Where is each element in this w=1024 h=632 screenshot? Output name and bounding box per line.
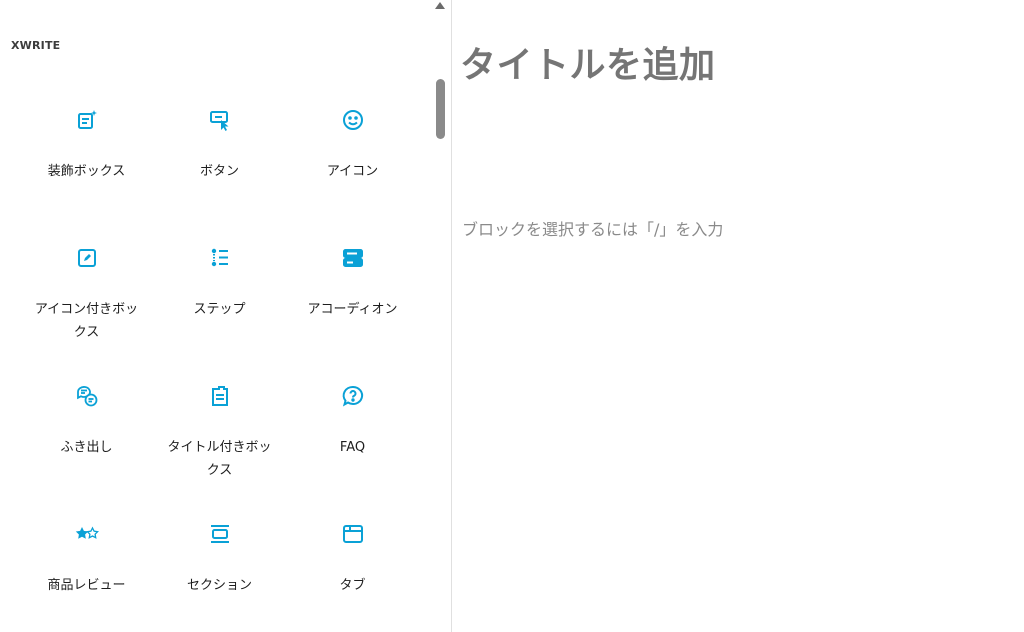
- scroll-up-icon[interactable]: [435, 2, 445, 9]
- block-label: 装飾ボックス: [47, 164, 126, 179]
- tabs-icon: [341, 522, 365, 546]
- block-icon[interactable]: アイコン: [286, 100, 419, 238]
- block-product-review[interactable]: 商品レビュー: [20, 514, 153, 632]
- block-label: セクション: [186, 578, 252, 593]
- block-icon-box[interactable]: アイコン付きボックス: [20, 238, 153, 376]
- block-label: FAQ: [339, 440, 366, 455]
- review-stars-icon: [75, 522, 99, 546]
- block-titled-box[interactable]: タイトル付きボックス: [153, 376, 286, 514]
- block-section[interactable]: セクション: [153, 514, 286, 632]
- block-label: ステップ: [193, 302, 246, 317]
- block-speech-bubble[interactable]: ふき出し: [20, 376, 153, 514]
- steps-icon: [208, 246, 232, 270]
- block-inserter-panel: XWRITE 装飾ボックス ボタン アイコン アイコン付きボックス ステップ ア…: [0, 0, 452, 632]
- editor-canvas: タイトルを追加 ブロックを選択するには「/」を入力: [453, 0, 1024, 632]
- section-icon: [208, 522, 232, 546]
- titled-box-icon: [208, 384, 232, 408]
- block-steps[interactable]: ステップ: [153, 238, 286, 376]
- faq-icon: [341, 384, 365, 408]
- smiley-icon: [341, 108, 365, 132]
- block-label: タイトル付きボックス: [167, 440, 272, 478]
- decorated-box-icon: [75, 108, 99, 132]
- block-decorated-box[interactable]: 装飾ボックス: [20, 100, 153, 238]
- block-appender-placeholder[interactable]: ブロックを選択するには「/」を入力: [462, 216, 723, 240]
- block-button[interactable]: ボタン: [153, 100, 286, 238]
- accordion-icon: [341, 246, 365, 270]
- category-label: XWRITE: [11, 39, 61, 52]
- block-label: アイコン: [326, 164, 379, 179]
- scrollbar-thumb[interactable]: [436, 79, 445, 139]
- button-icon: [208, 108, 232, 132]
- block-label: ボタン: [199, 164, 239, 179]
- block-tabs[interactable]: タブ: [286, 514, 419, 632]
- icon-box-icon: [75, 246, 99, 270]
- block-label: ふき出し: [60, 440, 113, 455]
- speech-bubble-icon: [75, 384, 99, 408]
- block-label: アイコン付きボックス: [34, 302, 139, 340]
- block-faq[interactable]: FAQ: [286, 376, 419, 514]
- block-label: 商品レビュー: [47, 578, 126, 593]
- post-title-input[interactable]: タイトルを追加: [460, 36, 716, 88]
- block-label: タブ: [339, 578, 366, 593]
- block-label: アコーディオン: [307, 302, 398, 317]
- block-accordion[interactable]: アコーディオン: [286, 238, 419, 376]
- block-grid: 装飾ボックス ボタン アイコン アイコン付きボックス ステップ アコーディオン …: [20, 100, 419, 632]
